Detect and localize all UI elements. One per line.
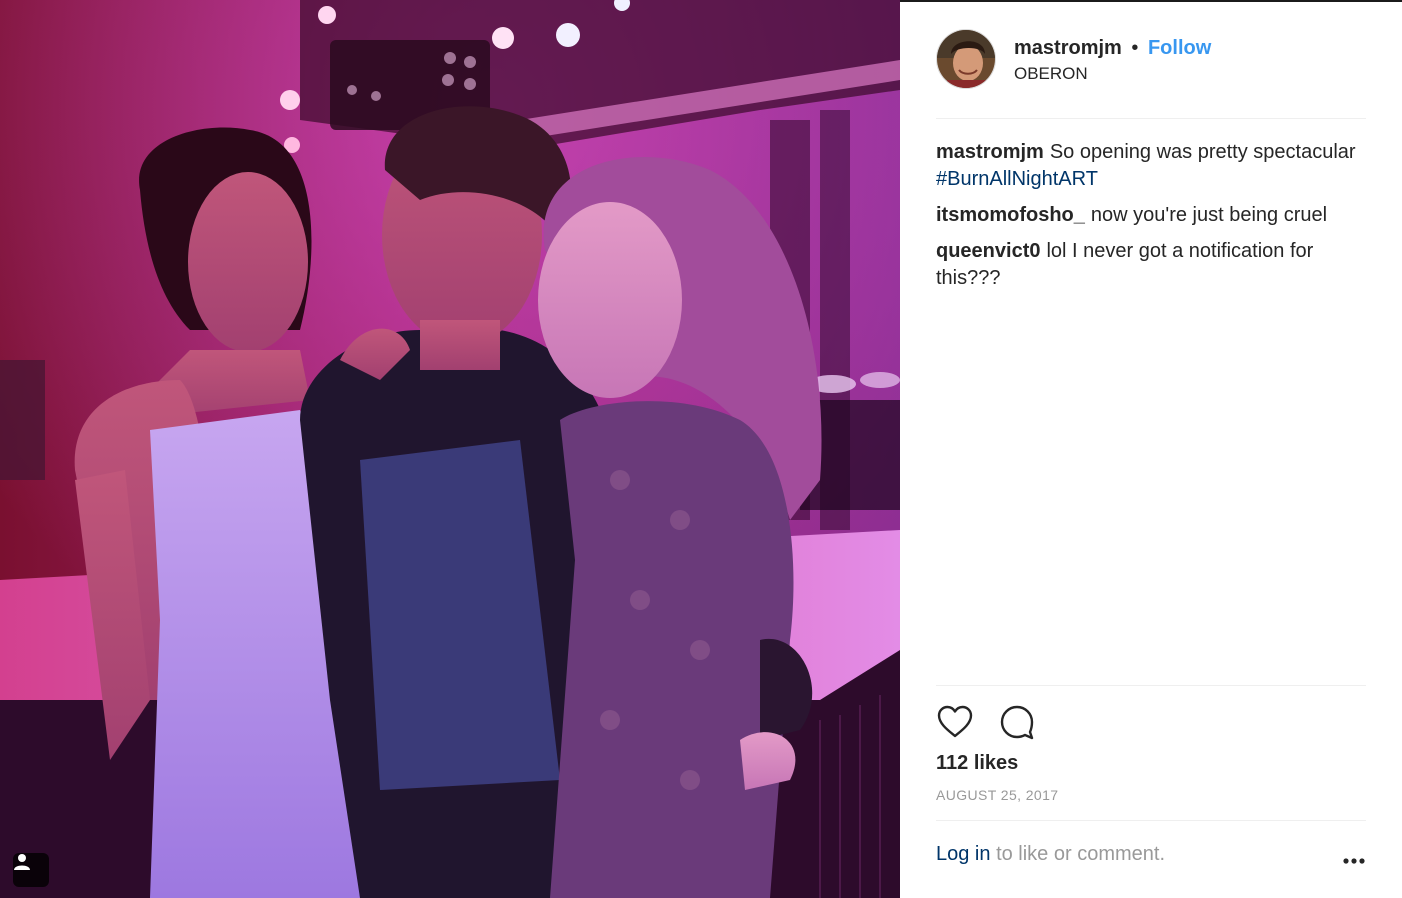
post-header: mastromjm • Follow OBERON: [936, 29, 1366, 119]
post-date[interactable]: AUGUST 25, 2017: [936, 786, 1366, 804]
header-line: mastromjm • Follow: [1014, 35, 1211, 61]
separator-dot: •: [1131, 37, 1139, 59]
location-link[interactable]: OBERON: [1014, 64, 1211, 84]
avatar[interactable]: [936, 29, 996, 89]
hashtag-link[interactable]: #BurnAllNightART: [936, 168, 1098, 190]
concert-photo-illustration: [0, 0, 900, 898]
comment-item: queenvict0 lol I never got a notification…: [936, 238, 1366, 292]
follow-button[interactable]: Follow: [1148, 37, 1211, 59]
post-sidebar: mastromjm • Follow OBERON mastromjm So op…: [900, 0, 1402, 898]
login-prompt: Log in to like or comment.: [936, 843, 1165, 866]
heart-icon[interactable]: [936, 703, 974, 741]
comment-username[interactable]: mastromjm: [936, 141, 1044, 163]
comment-item: itsmomofosho_ now you're just being cruel: [936, 202, 1366, 229]
caption-comment: mastromjm So opening was pretty spectacul…: [936, 139, 1366, 193]
action-icons: [936, 702, 1366, 742]
comment-list: mastromjm So opening was pretty spectacul…: [936, 139, 1366, 301]
login-link[interactable]: Log in: [936, 843, 991, 865]
post-photo[interactable]: [0, 0, 900, 898]
comment-bubble-icon[interactable]: [998, 703, 1036, 741]
comment-username[interactable]: itsmomofosho_: [936, 204, 1085, 226]
comment-text: now you're just being cruel: [1090, 204, 1328, 226]
tagged-user-icon[interactable]: [13, 853, 49, 887]
login-prompt-text: to like or comment.: [996, 843, 1166, 865]
header-text: mastromjm • Follow OBERON: [1014, 35, 1211, 118]
more-options-icon[interactable]: [1342, 854, 1366, 866]
post-author-username[interactable]: mastromjm: [1014, 37, 1122, 59]
comment-username[interactable]: queenvict0: [936, 240, 1040, 262]
post-footer: Log in to like or comment.: [936, 820, 1366, 898]
likes-count[interactable]: 112 likes: [936, 750, 1366, 776]
instagram-post: mastromjm • Follow OBERON mastromjm So op…: [0, 0, 1402, 898]
comment-text: So opening was pretty spectacular: [1049, 141, 1356, 163]
post-actions: 112 likes AUGUST 25, 2017: [936, 685, 1366, 804]
